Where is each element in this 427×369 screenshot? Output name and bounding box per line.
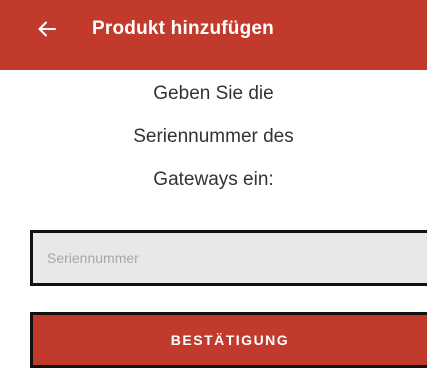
arrow-left-icon — [38, 21, 56, 37]
instruction-line: Gateways ein: — [153, 169, 274, 190]
back-button[interactable] — [24, 9, 70, 49]
app-bar: Produkt hinzufügen — [0, 0, 427, 70]
confirm-button[interactable]: BESTÄTIGUNG — [30, 312, 427, 368]
serial-number-field[interactable] — [30, 230, 427, 286]
page-title: Produkt hinzufügen — [92, 18, 274, 39]
instruction-line: Seriennummer des — [133, 126, 294, 147]
instruction-line: Geben Sie die — [153, 83, 274, 104]
serial-number-input[interactable] — [47, 233, 427, 283]
instruction-text: Geben Sie die Seriennummer des Gateways … — [0, 72, 427, 201]
